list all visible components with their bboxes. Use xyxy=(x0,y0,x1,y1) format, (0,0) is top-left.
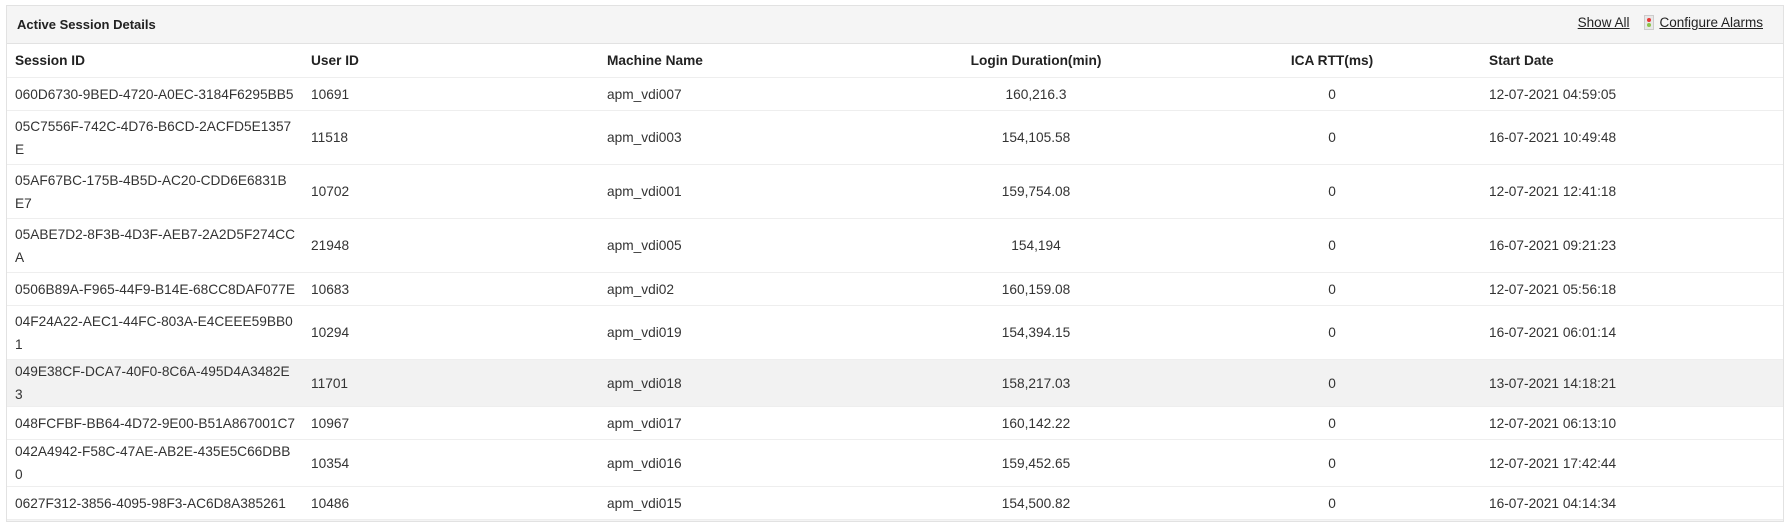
cell-start-date: 12-07-2021 12:41:18 xyxy=(1481,164,1783,219)
cell-session-id: 060D6730-9BED-4720-A0EC-3184F6295BB5 xyxy=(7,77,303,111)
cell-ica-rtt: 0 xyxy=(1143,406,1481,440)
cell-login-duration: 158,217.03 xyxy=(929,359,1143,407)
cell-ica-rtt: 0 xyxy=(1143,164,1481,219)
cell-user-id: 21948 xyxy=(303,218,599,273)
cell-login-duration: 159,754.08 xyxy=(929,164,1143,219)
cell-start-date: 13-07-2021 14:18:21 xyxy=(1481,359,1783,407)
cell-ica-rtt: 0 xyxy=(1143,110,1481,165)
cell-ica-rtt: 0 xyxy=(1143,359,1481,407)
cell-machine-name: apm_vdi019 xyxy=(599,305,929,360)
cell-ica-rtt: 0 xyxy=(1143,272,1481,306)
cell-ica-rtt: 0 xyxy=(1143,77,1481,111)
table-row[interactable]: 0506B89A-F965-44F9-B14E-68CC8DAF077E 1068… xyxy=(7,272,1783,306)
cell-session-id: 049E38CF-DCA7-40F0-8C6A-495D4A3482E3 xyxy=(7,359,303,407)
cell-session-id: 05C7556F-742C-4D76-B6CD-2ACFD5E1357E xyxy=(7,110,303,165)
column-header-user-id[interactable]: User ID xyxy=(303,44,599,78)
configure-alarms-link[interactable]: Configure Alarms xyxy=(1659,15,1763,30)
cell-login-duration: 154,500.82 xyxy=(929,486,1143,520)
cell-user-id: 10702 xyxy=(303,164,599,219)
cell-ica-rtt: 0 xyxy=(1143,305,1481,360)
cell-start-date: 16-07-2021 10:49:48 xyxy=(1481,110,1783,165)
table-row[interactable]: 049E38CF-DCA7-40F0-8C6A-495D4A3482E3 1170… xyxy=(7,359,1783,407)
table-row[interactable]: 060D6730-9BED-4720-A0EC-3184F6295BB5 1069… xyxy=(7,77,1783,111)
cell-login-duration: 154,194 xyxy=(929,218,1143,273)
cell-login-duration: 154,105.58 xyxy=(929,110,1143,165)
table-row[interactable]: 048FCFBF-BB64-4D72-9E00-B51A867001C7 1096… xyxy=(7,406,1783,440)
cell-machine-name: apm_vdi007 xyxy=(599,77,929,111)
cell-session-id: 05ABE7D2-8F3B-4D3F-AEB7-2A2D5F274CCA xyxy=(7,218,303,273)
table-row[interactable]: 042A4942-F58C-47AE-AB2E-435E5C66DBB0 1035… xyxy=(7,439,1783,487)
cell-machine-name: apm_vdi005 xyxy=(599,218,929,273)
cell-user-id: 10486 xyxy=(303,486,599,520)
cell-machine-name: apm_vdi016 xyxy=(599,439,929,487)
column-header-start-date[interactable]: Start Date xyxy=(1481,44,1783,78)
cell-machine-name: apm_vdi02 xyxy=(599,272,929,306)
panel-header: Active Session Details Show All Configur… xyxy=(7,6,1783,44)
cell-user-id: 11518 xyxy=(303,110,599,165)
cell-start-date: 12-07-2021 17:42:44 xyxy=(1481,439,1783,487)
cell-session-id: 04F24A22-AEC1-44FC-803A-E4CEEE59BB01 xyxy=(7,305,303,360)
table-row[interactable]: 04F24A22-AEC1-44FC-803A-E4CEEE59BB01 1029… xyxy=(7,305,1783,360)
traffic-light-icon xyxy=(1644,15,1655,30)
cell-machine-name: apm_vdi003 xyxy=(599,110,929,165)
cell-start-date: 12-07-2021 06:13:10 xyxy=(1481,406,1783,440)
cell-machine-name: apm_vdi015 xyxy=(599,486,929,520)
cell-login-duration: 159,452.65 xyxy=(929,439,1143,487)
cell-start-date: 12-07-2021 05:56:18 xyxy=(1481,272,1783,306)
cell-start-date: 16-07-2021 06:01:14 xyxy=(1481,305,1783,360)
cell-start-date: 16-07-2021 04:14:34 xyxy=(1481,486,1783,520)
column-header-ica-rtt[interactable]: ICA RTT(ms) xyxy=(1143,44,1481,78)
cell-session-id: 0506B89A-F965-44F9-B14E-68CC8DAF077E xyxy=(7,272,303,306)
panel-title: Active Session Details xyxy=(17,17,156,32)
cell-start-date: 16-07-2021 09:21:23 xyxy=(1481,218,1783,273)
cell-session-id: 05AF67BC-175B-4B5D-AC20-CDD6E6831BE7 xyxy=(7,164,303,219)
cell-user-id: 10354 xyxy=(303,439,599,487)
cell-start-date: 12-07-2021 04:59:05 xyxy=(1481,77,1783,111)
cell-user-id: 10683 xyxy=(303,272,599,306)
column-header-login-duration[interactable]: Login Duration(min) xyxy=(929,44,1143,78)
table-header-row: Session ID User ID Machine Name Login Du… xyxy=(7,44,1783,78)
cell-user-id: 10294 xyxy=(303,305,599,360)
cell-login-duration: 154,394.15 xyxy=(929,305,1143,360)
column-header-machine-name[interactable]: Machine Name xyxy=(599,44,929,78)
show-all-link[interactable]: Show All xyxy=(1578,15,1630,30)
cell-login-duration: 160,142.22 xyxy=(929,406,1143,440)
cell-login-duration: 160,216.3 xyxy=(929,77,1143,111)
cell-login-duration: 160,159.08 xyxy=(929,272,1143,306)
cell-user-id: 10967 xyxy=(303,406,599,440)
active-session-details-panel: Active Session Details Show All Configur… xyxy=(6,5,1784,522)
sessions-table: Session ID User ID Machine Name Login Du… xyxy=(7,44,1783,520)
column-header-session-id[interactable]: Session ID xyxy=(7,44,303,78)
table-row[interactable]: 05AF67BC-175B-4B5D-AC20-CDD6E6831BE7 1070… xyxy=(7,164,1783,219)
cell-session-id: 048FCFBF-BB64-4D72-9E00-B51A867001C7 xyxy=(7,406,303,440)
cell-machine-name: apm_vdi018 xyxy=(599,359,929,407)
cell-session-id: 0627F312-3856-4095-98F3-AC6D8A385261 xyxy=(7,486,303,520)
table-row[interactable]: 0627F312-3856-4095-98F3-AC6D8A385261 1048… xyxy=(7,486,1783,520)
table-row[interactable]: 05C7556F-742C-4D76-B6CD-2ACFD5E1357E 1151… xyxy=(7,110,1783,165)
cell-ica-rtt: 0 xyxy=(1143,439,1481,487)
cell-machine-name: apm_vdi017 xyxy=(599,406,929,440)
table-row[interactable]: 05ABE7D2-8F3B-4D3F-AEB7-2A2D5F274CCA 2194… xyxy=(7,218,1783,273)
cell-user-id: 11701 xyxy=(303,359,599,407)
cell-ica-rtt: 0 xyxy=(1143,218,1481,273)
cell-ica-rtt: 0 xyxy=(1143,486,1481,520)
cell-user-id: 10691 xyxy=(303,77,599,111)
header-links: Show All Configure Alarms xyxy=(1578,15,1763,30)
cell-machine-name: apm_vdi001 xyxy=(599,164,929,219)
cell-session-id: 042A4942-F58C-47AE-AB2E-435E5C66DBB0 xyxy=(7,439,303,487)
